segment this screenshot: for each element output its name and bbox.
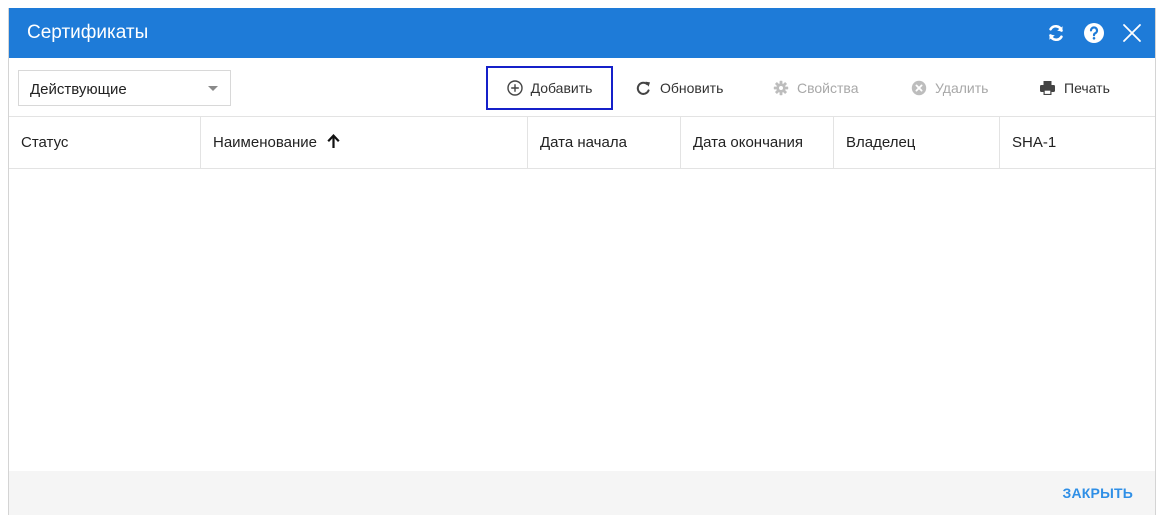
refresh-icon bbox=[635, 80, 652, 97]
refresh-button[interactable]: Обновить bbox=[635, 70, 723, 106]
add-button[interactable]: Добавить bbox=[486, 66, 613, 110]
column-header-end-date-label: Дата окончания bbox=[693, 134, 804, 151]
printer-icon bbox=[1039, 80, 1056, 96]
column-header-start-date-label: Дата начала bbox=[540, 134, 627, 151]
refresh-button-label: Обновить bbox=[660, 80, 724, 96]
print-button[interactable]: Печать bbox=[1039, 70, 1110, 106]
delete-button[interactable]: Удалить bbox=[911, 70, 988, 106]
close-icon[interactable] bbox=[1119, 20, 1145, 46]
print-button-label: Печать bbox=[1064, 80, 1110, 96]
add-button-label: Добавить bbox=[530, 80, 593, 96]
column-header-owner[interactable]: Владелец bbox=[834, 117, 1000, 168]
certificates-dialog: Сертификаты Действующие Добавить Обновит… bbox=[8, 8, 1156, 515]
arrow-up-icon bbox=[327, 119, 340, 170]
properties-button-label: Свойства bbox=[797, 80, 859, 96]
dialog-footer: ЗАКРЫТЬ bbox=[9, 471, 1155, 515]
table-body bbox=[9, 169, 1155, 471]
gear-icon bbox=[773, 80, 789, 96]
column-header-status[interactable]: Статус bbox=[9, 117, 201, 168]
toolbar: Действующие Добавить Обновить Свойства У… bbox=[9, 58, 1155, 116]
dialog-title: Сертификаты bbox=[27, 22, 149, 43]
status-filter-value: Действующие bbox=[30, 81, 127, 98]
column-header-name[interactable]: Наименование bbox=[201, 117, 528, 168]
column-header-sha1[interactable]: SHA-1 bbox=[1000, 117, 1155, 168]
title-bar: Сертификаты bbox=[9, 8, 1155, 58]
status-filter-select[interactable]: Действующие bbox=[18, 70, 231, 106]
x-circle-icon bbox=[911, 80, 927, 96]
column-header-owner-label: Владелец bbox=[846, 134, 916, 151]
title-bar-actions bbox=[1031, 20, 1145, 46]
properties-button[interactable]: Свойства bbox=[773, 70, 858, 106]
table-header: Статус Наименование Дата начала Дата око… bbox=[9, 116, 1155, 169]
column-header-end-date[interactable]: Дата окончания bbox=[681, 117, 834, 168]
column-header-name-label: Наименование bbox=[213, 134, 317, 151]
delete-button-label: Удалить bbox=[935, 80, 989, 96]
column-header-status-label: Статус bbox=[21, 134, 69, 151]
column-header-sha1-label: SHA-1 bbox=[1012, 134, 1057, 151]
plus-circle-icon bbox=[506, 80, 523, 96]
close-button[interactable]: ЗАКРЫТЬ bbox=[1063, 485, 1133, 501]
help-icon[interactable] bbox=[1081, 20, 1107, 46]
column-header-start-date[interactable]: Дата начала bbox=[528, 117, 681, 168]
chevron-down-icon bbox=[208, 86, 218, 91]
refresh-icon[interactable] bbox=[1043, 20, 1069, 46]
